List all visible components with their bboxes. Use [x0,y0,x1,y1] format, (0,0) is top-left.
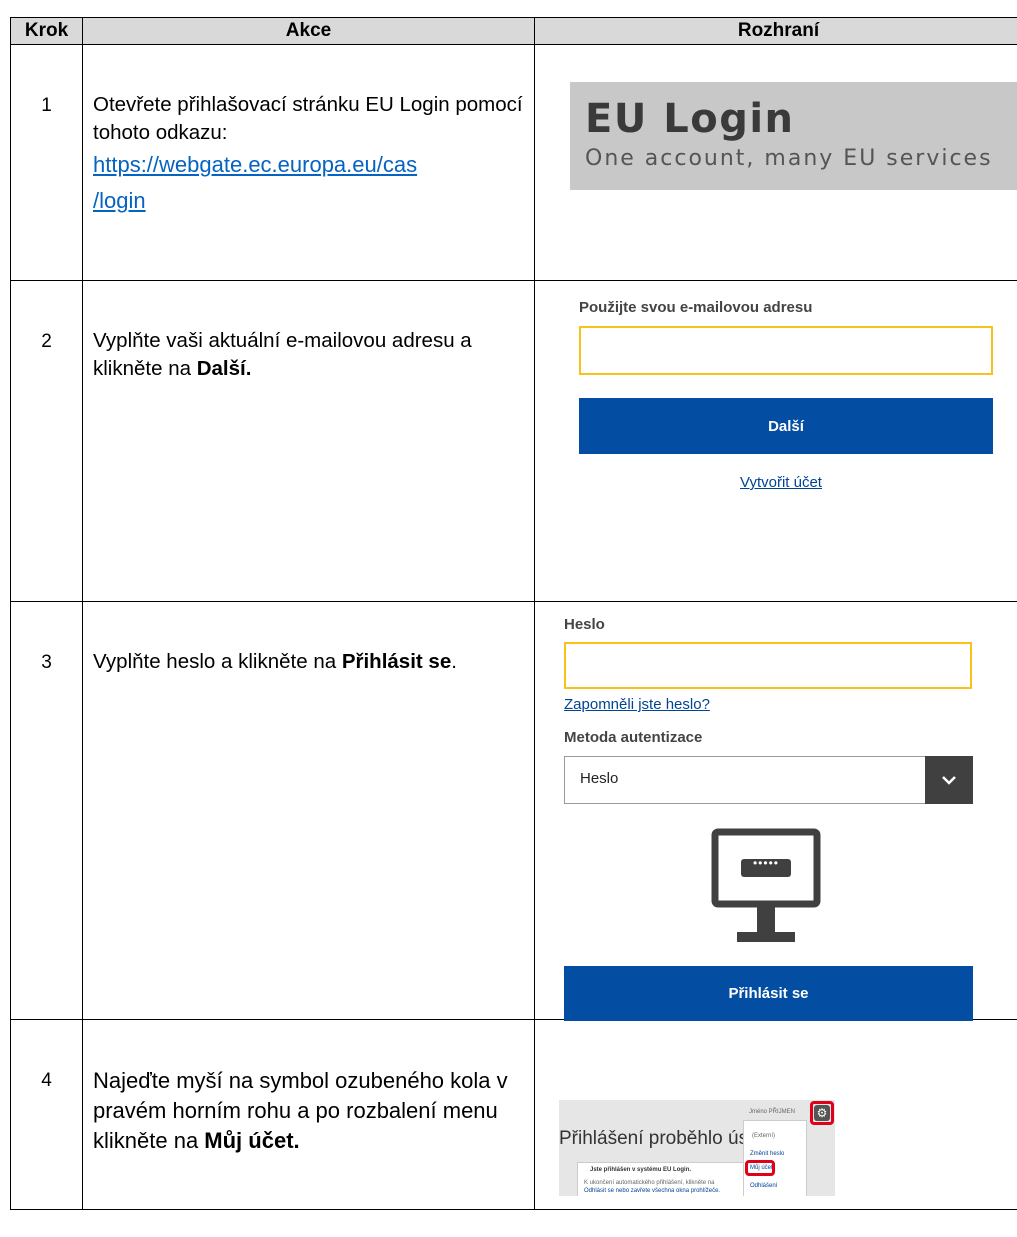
step-interface: Použijte svou e-mailovou adresu Další Vy… [534,280,1017,602]
password-field[interactable] [564,642,972,689]
header-interface: Rozhraní [534,17,1017,45]
eu-login-banner: EU Login One account, many EU services [570,82,1017,190]
next-button[interactable]: Další [579,398,993,454]
gear-highlight [810,1101,834,1125]
auth-method-select[interactable]: Heslo [564,756,973,804]
email-field[interactable] [579,326,993,375]
header-row: Krok Akce Rozhraní [10,17,1017,45]
login-button[interactable]: Přihlásit se [564,966,973,1021]
menu-item: (Externí) [752,1133,776,1139]
banner-title: EU Login [585,96,795,142]
step-row-1: 1 Otevřete přihlašovací stránku EU Login… [10,44,1017,281]
steps-table: Krok Akce Rozhraní 1 Otevřete přihlašova… [10,17,1017,1210]
email-label: Použijte svou e-mailovou adresu [579,299,813,316]
auth-method-label: Metoda autentizace [564,729,703,746]
create-account-link[interactable]: Vytvořit účet [740,474,822,491]
monitor-icon: ••••• [711,828,821,946]
step-row-2: 2 Vyplňte vaši aktuální e-mailovou adres… [10,280,1017,602]
shot-info-box: Jste přihlášen v systému EU Login. K uko… [577,1162,745,1196]
step-number: 4 [10,1019,83,1210]
chevron-down-icon[interactable] [925,756,973,804]
step-action: Vyplňte heslo a klikněte na Přihlásit se… [82,601,535,1020]
step-number: 2 [10,280,83,602]
shot-dropdown-menu: (Externí) Změnit heslo Můj účet Odhlášen… [743,1120,807,1196]
password-label: Heslo [564,616,605,633]
step-row-3: 3 Vyplňte heslo a klikněte na Přihlásit … [10,601,1017,1021]
shot-title: Přihlášení proběhlo úsp [559,1128,759,1149]
menu-item[interactable]: Změnit heslo [750,1151,784,1157]
banner-subtitle: One account, many EU services [585,146,993,171]
header-step: Krok [10,17,83,45]
step-interface: EU Login One account, many EU services [534,44,1017,281]
step-text: Otevřete přihlašovací stránku EU Login p… [93,93,523,144]
auth-method-value: Heslo [580,770,619,787]
step-row-4: 4 Najeďte myší na symbol ozubeného kola … [10,1019,1017,1210]
my-account-highlight [745,1160,775,1176]
step-interface: Heslo Zapomněli jste heslo? Metoda auten… [534,601,1017,1021]
forgot-password-link[interactable]: Zapomněli jste heslo? [564,696,710,713]
header-action: Akce [82,17,535,45]
shot-user: Jméno PŘIJMEN [749,1109,796,1115]
step-action: Vyplňte vaši aktuální e-mailovou adresu … [82,280,535,602]
step-number: 1 [10,44,83,281]
step-action: Otevřete přihlašovací stránku EU Login p… [82,44,535,281]
step-action: Najeďte myší na symbol ozubeného kola v … [82,1019,535,1210]
account-menu-screenshot: Přihlášení proběhlo úsp Jméno PŘIJMEN ⚙ … [559,1100,835,1196]
login-link[interactable]: https://webgate.ec.europa.eu/cas/login [93,152,417,213]
menu-item[interactable]: Odhlášení [750,1183,777,1189]
step-interface: Přihlášení proběhlo úsp Jméno PŘIJMEN ⚙ … [534,1019,1017,1210]
password-dots: ••••• [752,856,779,870]
step-number: 3 [10,601,83,1020]
